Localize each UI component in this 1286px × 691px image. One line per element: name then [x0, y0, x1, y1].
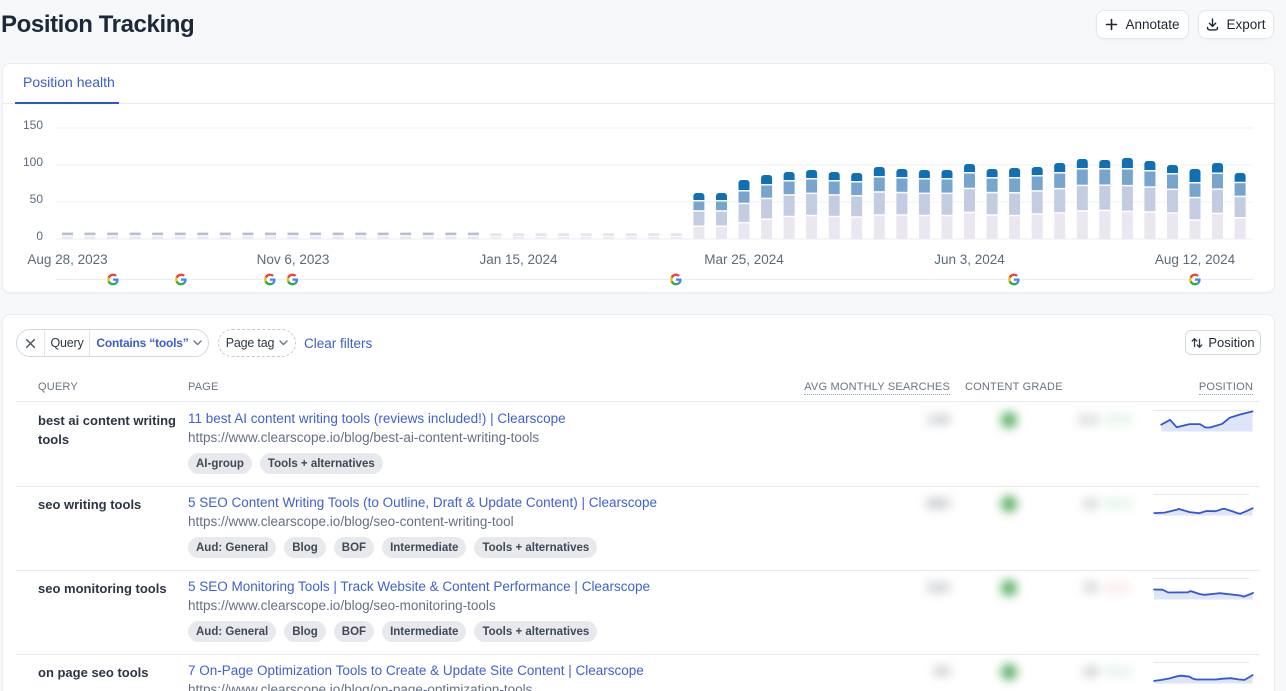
svg-text:50: 50 — [30, 192, 44, 206]
svg-text:150: 150 — [23, 118, 43, 132]
svg-text:Mar 25, 2024: Mar 25, 2024 — [704, 252, 784, 267]
svg-text:Aug 28, 2023: Aug 28, 2023 — [27, 252, 107, 267]
svg-text:Nov 6, 2023: Nov 6, 2023 — [257, 252, 330, 267]
svg-text:Jan 15, 2024: Jan 15, 2024 — [479, 252, 558, 267]
svg-text:0: 0 — [36, 229, 43, 243]
svg-text:Aug 12, 2024: Aug 12, 2024 — [1155, 252, 1236, 267]
svg-text:100: 100 — [23, 155, 43, 169]
svg-text:Jun 3, 2024: Jun 3, 2024 — [934, 252, 1005, 267]
